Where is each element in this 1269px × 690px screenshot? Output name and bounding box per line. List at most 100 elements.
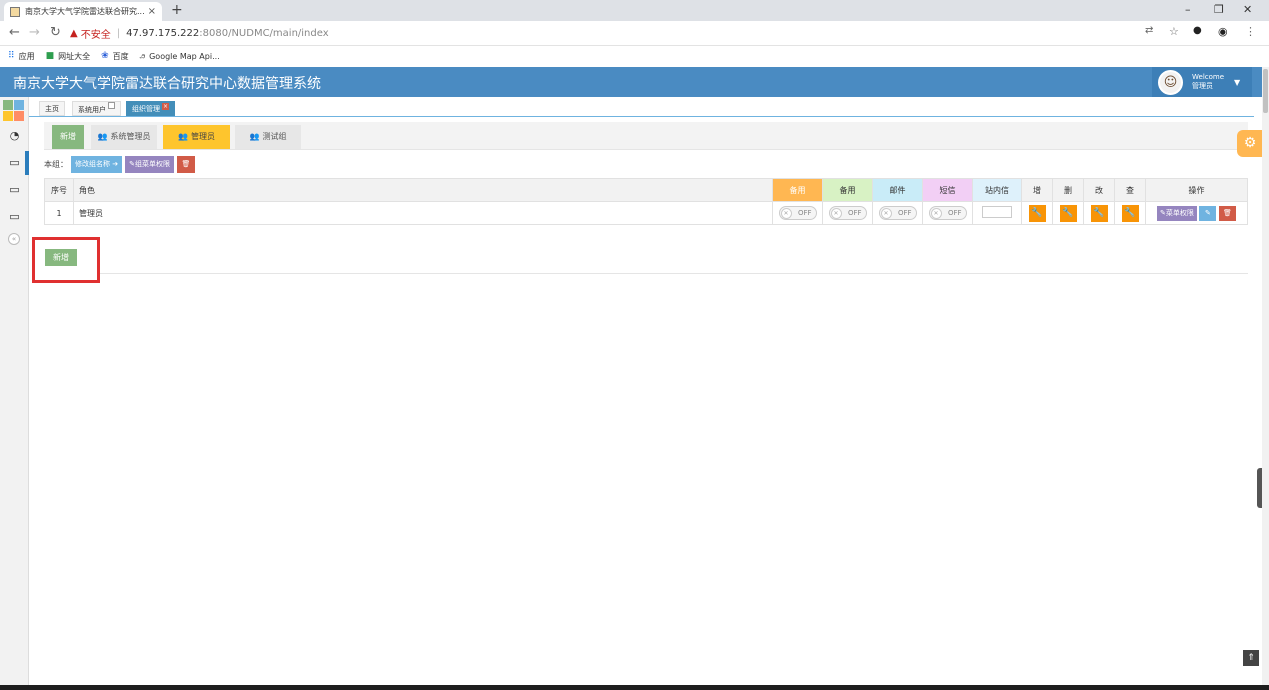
settings-gear-icon[interactable]: ⚙ [1237,130,1263,157]
group-label: 系统管理员 [110,132,151,141]
profile-icon[interactable]: ◉ [1218,25,1228,38]
cell-spare-1: ✕ OFF [772,201,823,225]
insecure-label: 不安全 [80,30,111,41]
cell-seq: 1 [44,201,74,225]
tab-label: 主页 [45,105,59,113]
col-inbox: 站内信 [972,178,1022,202]
group-label: 管理员 [190,132,215,141]
group-tab-admin[interactable]: 👥 管理员 [163,125,230,149]
delete-role-button[interactable]: 🗑 [1218,205,1236,221]
wrench-icon[interactable]: 🔧 [1090,204,1108,222]
tab-label: 组织管理 [132,105,160,113]
group-tab-test[interactable]: 👥 测试组 [235,125,301,149]
bookmarks-bar: ⠿ 应用 ■ 网址大全 ❀ 百度 ꭿ Google Map Api... [0,46,1269,66]
users-icon: 👥 [249,132,260,141]
bookmark-label: 网址大全 [58,51,91,61]
warning-icon: ▲ [70,28,78,39]
user-name: 管理员 [1192,82,1213,90]
tab-close-icon[interactable]: × [148,6,156,17]
bookmark-label: Google Map Api... [149,51,220,61]
arrow-right-icon: ➔ [112,159,119,168]
reload-icon[interactable]: ↻ [50,25,61,40]
welcome-text: Welcome [1192,73,1225,81]
email-toggle[interactable]: ✕ OFF [878,206,917,220]
table-row: 1 管理员 ✕ OFF ✕ OFF ✕ OFF ✕ OFF 🔧 🔧 🔧 🔧 ✎菜单权限 [44,201,1248,225]
spare-1-toggle[interactable]: ✕ OFF [778,206,817,220]
tab-system-users[interactable]: 系统用户 [72,101,121,116]
scroll-top-button[interactable]: ⇑ [1243,650,1259,666]
extension-icon[interactable]: ● [1193,25,1202,36]
app-header: 南京大学大气学院雷达联合研究中心数据管理系统 ☺ Welcome 管理员 ▼ [0,67,1262,97]
toggle-state: OFF [847,209,862,217]
page-tabs: 主页 系统用户 组织管理 × [29,97,1254,117]
col-spare-2: 备用 [822,178,873,202]
add-group-button[interactable]: 新增 [52,125,84,149]
address-bar[interactable]: ▲ 不安全 | 47.97.175.222 :8080/NUDMC/main/i… [70,24,1195,43]
bookmark-baidu[interactable]: ❀ 百度 [101,51,129,62]
bookmark-google-map[interactable]: ꭿ Google Map Api... [140,51,220,61]
bookmark-sites[interactable]: ■ 网址大全 [46,51,91,62]
tab-org-management[interactable]: 组织管理 × [126,101,175,116]
close-window-button[interactable]: ✕ [1243,3,1252,16]
new-tab-button[interactable]: + [171,2,183,18]
avatar: ☺ [1158,69,1183,95]
rename-group-button[interactable]: 修改组名称 ➔ [71,155,123,173]
spare-2-toggle[interactable]: ✕ OFF [828,206,867,220]
group-tab-sysadmin[interactable]: 👥 系统管理员 [91,125,157,149]
restore-button[interactable]: ❐ [1214,3,1224,16]
cell-operations: ✎菜单权限 ✎ 🗑 [1145,201,1248,225]
toggle-knob: ✕ [780,208,792,219]
cell-email: ✕ OFF [872,201,923,225]
group-actions: 本组： 修改组名称 ➔ ✎组菜单权限 🗑 [44,155,198,173]
cell-role: 管理员 [73,201,773,225]
toggle-knob: ✕ [830,208,842,219]
sidebar-item-monitor-2[interactable]: ▭ [0,183,29,196]
bookmark-star-icon[interactable]: ☆ [1169,25,1179,38]
url-host: 47.97.175.222 [126,28,200,39]
col-add: 增 [1021,178,1053,202]
edit-role-button[interactable]: ✎ [1199,205,1217,221]
page-scrollbar[interactable] [1262,67,1269,690]
browser-toolbar: ← → ↻ ▲ 不安全 | 47.97.175.222 :8080/NUDMC/… [0,21,1269,46]
scrollbar-thumb[interactable] [1263,69,1268,113]
col-edit: 改 [1083,178,1115,202]
group-menu-permission-button[interactable]: ✎组菜单权限 [125,155,174,173]
group-actions-label: 本组： [44,159,68,169]
tab-home[interactable]: 主页 [39,101,65,116]
browser-tab[interactable]: 南京大学大气学院雷达联合研究... × [4,2,162,21]
roles-table: 序号 角色 备用 备用 邮件 短信 站内信 增 删 改 查 操作 1 管理员 ✕… [44,178,1248,225]
sms-toggle[interactable]: ✕ OFF [928,206,967,220]
bookmark-apps[interactable]: ⠿ 应用 [8,51,35,62]
forward-icon[interactable]: → [29,25,40,40]
tab-close-icon[interactable]: × [162,103,169,110]
sidebar-collapse-button[interactable]: « [8,233,20,245]
trash-icon: 🗑 [1223,208,1232,217]
browser-tabstrip: 南京大学大气学院雷达联合研究... × + – ❐ ✕ [0,0,1269,21]
wrench-icon[interactable]: 🔧 [1028,204,1046,222]
translate-icon[interactable]: ⇄ [1145,25,1153,36]
back-icon[interactable]: ← [9,25,20,40]
wrench-icon[interactable]: 🔧 [1121,204,1139,222]
dashboard-icon[interactable]: ◔ [0,129,29,142]
col-sms: 短信 [922,178,973,202]
menu-perm-label: 组菜单权限 [134,159,170,168]
bookmark-label: 应用 [18,51,35,61]
menu-permission-button[interactable]: ✎菜单权限 [1157,205,1197,221]
toggle-state: OFF [947,209,962,217]
map-icon: ꭿ [139,51,146,61]
inbox-input[interactable] [982,206,1012,218]
baidu-icon: ❀ [101,51,109,61]
col-email: 邮件 [872,178,923,202]
sidebar-item-monitor-3[interactable]: ▭ [0,210,29,223]
user-menu[interactable]: ☺ Welcome 管理员 ▼ [1152,67,1252,97]
wrench-icon[interactable]: 🔧 [1059,204,1077,222]
add-role-button[interactable]: 新增 [45,249,77,266]
site-icon: ■ [45,51,55,61]
minimize-button[interactable]: – [1185,3,1191,16]
cell-edit: 🔧 [1083,201,1115,225]
delete-group-button[interactable]: 🗑 [176,155,195,173]
tab-close-icon[interactable] [108,102,115,109]
menu-icon[interactable]: ⋮ [1245,25,1256,38]
col-seq: 序号 [44,178,74,202]
shortcuts-icon[interactable] [3,100,25,122]
